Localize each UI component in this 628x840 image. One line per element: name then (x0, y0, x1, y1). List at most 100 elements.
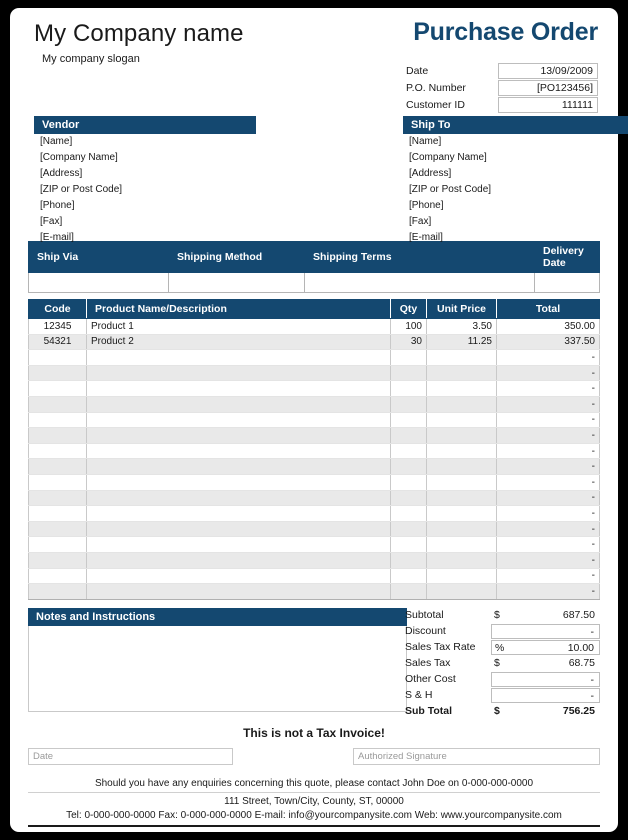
item-cell-code[interactable] (28, 490, 87, 507)
address-line[interactable]: [Company Name] (403, 150, 628, 166)
item-cell-desc[interactable] (86, 583, 391, 600)
item-cell-total[interactable]: - (496, 349, 600, 366)
item-cell-code[interactable] (28, 474, 87, 491)
item-cell-qty[interactable] (390, 536, 427, 553)
item-cell-qty[interactable] (390, 521, 427, 538)
total-value-group[interactable]: - (491, 687, 600, 704)
item-cell-code[interactable] (28, 552, 87, 569)
total-amount[interactable]: - (512, 673, 599, 687)
table-row[interactable]: - (28, 568, 600, 585)
item-cell-desc[interactable] (86, 521, 391, 538)
item-cell-total[interactable]: - (496, 427, 600, 444)
item-cell-qty[interactable] (390, 349, 427, 366)
table-row[interactable]: - (28, 521, 600, 538)
item-cell-price[interactable] (426, 490, 497, 507)
item-cell-qty[interactable] (390, 380, 427, 397)
address-line[interactable]: [Fax] (403, 214, 628, 230)
item-cell-price[interactable] (426, 365, 497, 382)
table-row[interactable]: 54321 Product 2 30 11.25 337.50 (28, 334, 600, 351)
item-cell-desc[interactable] (86, 568, 391, 585)
table-row[interactable]: - (28, 490, 600, 507)
item-cell-desc[interactable] (86, 490, 391, 507)
item-cell-qty[interactable] (390, 568, 427, 585)
address-line[interactable]: [Name] (403, 134, 628, 150)
item-cell-code[interactable] (28, 458, 87, 475)
item-cell-price[interactable] (426, 536, 497, 553)
item-cell-desc[interactable] (86, 443, 391, 460)
table-row[interactable]: - (28, 458, 600, 475)
item-cell-code[interactable] (28, 536, 87, 553)
table-row[interactable]: - (28, 552, 600, 569)
item-cell-code[interactable] (28, 505, 87, 522)
total-value-group[interactable]: - (491, 671, 600, 688)
item-cell-price[interactable] (426, 443, 497, 460)
item-cell-qty[interactable]: 30 (390, 334, 427, 351)
item-cell-total[interactable]: - (496, 443, 600, 460)
item-cell-code[interactable]: 12345 (28, 318, 87, 335)
item-cell-desc[interactable] (86, 536, 391, 553)
item-cell-code[interactable] (28, 443, 87, 460)
table-row[interactable]: - (28, 427, 600, 444)
item-cell-code[interactable] (28, 568, 87, 585)
table-row[interactable]: - (28, 365, 600, 382)
item-cell-code[interactable]: 54321 (28, 334, 87, 351)
meta-value[interactable]: 13/09/2009 (498, 63, 598, 79)
item-cell-desc[interactable]: Product 2 (86, 334, 391, 351)
item-cell-qty[interactable] (390, 552, 427, 569)
address-line[interactable]: [Phone] (403, 198, 628, 214)
item-cell-code[interactable] (28, 583, 87, 600)
shipping-cell[interactable] (534, 272, 600, 293)
address-line[interactable]: [Name] (34, 134, 256, 150)
item-cell-price[interactable] (426, 396, 497, 413)
item-cell-desc[interactable] (86, 349, 391, 366)
address-line[interactable]: [ZIP or Post Code] (403, 182, 628, 198)
item-cell-desc[interactable] (86, 505, 391, 522)
item-cell-total[interactable]: - (496, 568, 600, 585)
item-cell-qty[interactable]: 100 (390, 318, 427, 335)
item-cell-price[interactable] (426, 552, 497, 569)
meta-value[interactable]: 111111 (498, 97, 598, 113)
item-cell-price[interactable] (426, 505, 497, 522)
item-cell-price[interactable]: 11.25 (426, 334, 497, 351)
item-cell-price[interactable] (426, 458, 497, 475)
table-row[interactable]: - (28, 474, 600, 491)
item-cell-desc[interactable] (86, 380, 391, 397)
total-amount[interactable]: - (512, 625, 599, 639)
item-cell-qty[interactable] (390, 490, 427, 507)
total-amount[interactable]: - (512, 689, 599, 703)
item-cell-code[interactable] (28, 412, 87, 429)
item-cell-price[interactable] (426, 412, 497, 429)
address-line[interactable]: [ZIP or Post Code] (34, 182, 256, 198)
item-cell-code[interactable] (28, 427, 87, 444)
shipping-cell[interactable] (28, 272, 169, 293)
item-cell-total[interactable]: - (496, 458, 600, 475)
date-field[interactable]: Date (28, 747, 233, 765)
item-cell-total[interactable]: - (496, 552, 600, 569)
table-row[interactable]: - (28, 536, 600, 553)
item-cell-total[interactable]: - (496, 380, 600, 397)
table-row[interactable]: - (28, 396, 600, 413)
shipping-cell[interactable] (168, 272, 305, 293)
address-line[interactable]: [Address] (34, 166, 256, 182)
address-line[interactable]: [Fax] (34, 214, 256, 230)
address-line[interactable]: [Company Name] (34, 150, 256, 166)
item-cell-total[interactable]: - (496, 396, 600, 413)
table-row[interactable]: 12345 Product 1 100 3.50 350.00 (28, 318, 600, 335)
item-cell-desc[interactable] (86, 474, 391, 491)
shipping-value-row[interactable] (28, 272, 600, 293)
item-cell-qty[interactable] (390, 365, 427, 382)
address-line[interactable]: [Phone] (34, 198, 256, 214)
item-cell-total[interactable]: 350.00 (496, 318, 600, 335)
item-cell-total[interactable]: - (496, 490, 600, 507)
item-cell-total[interactable]: - (496, 536, 600, 553)
item-cell-qty[interactable] (390, 505, 427, 522)
item-cell-price[interactable]: 3.50 (426, 318, 497, 335)
address-line[interactable]: [E-mail] (34, 230, 256, 246)
shipping-cell[interactable] (304, 272, 535, 293)
item-cell-qty[interactable] (390, 396, 427, 413)
meta-value[interactable]: [PO123456] (498, 80, 598, 96)
item-cell-qty[interactable] (390, 458, 427, 475)
item-cell-desc[interactable] (86, 396, 391, 413)
item-cell-code[interactable] (28, 380, 87, 397)
item-cell-code[interactable] (28, 349, 87, 366)
